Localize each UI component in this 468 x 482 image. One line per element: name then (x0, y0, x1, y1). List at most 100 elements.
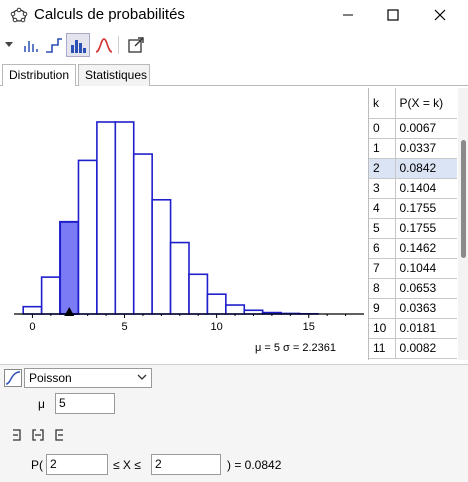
maximize-icon (387, 9, 399, 21)
bar-chart: 0 5 10 15 (14, 121, 364, 333)
bar (114, 121, 135, 315)
close-icon (434, 9, 446, 21)
chevron-down-icon (137, 374, 147, 380)
cell-probability: 0.1755 (395, 198, 457, 219)
interval-button[interactable] (29, 426, 46, 443)
table-row[interactable]: 3 0.1404 (369, 178, 457, 199)
cell-probability: 0.0842 (395, 158, 457, 179)
bar (169, 241, 190, 315)
table-row[interactable]: 6 0.1462 (369, 238, 457, 259)
cell-k: 3 (369, 178, 396, 199)
normal-overlay-button[interactable] (92, 33, 116, 57)
distribution-plot: 0 5 10 15 μ = 5 σ = 2.2361 (0, 86, 368, 364)
table-row[interactable]: 8 0.0653 (369, 278, 457, 299)
minimize-icon (343, 14, 353, 16)
column-header-k: k (369, 88, 396, 119)
toolbar-menu-button[interactable] (2, 33, 16, 57)
cell-probability: 0.0337 (395, 138, 457, 159)
table-row[interactable]: 2 0.0842 (369, 158, 457, 179)
cell-k: 8 (369, 278, 396, 299)
cell-k: 9 (369, 298, 396, 319)
bar (132, 153, 153, 315)
stats-readout: μ = 5 σ = 2.2361 (255, 342, 337, 354)
cumulative-button[interactable] (42, 33, 66, 57)
probability-prefix: P( (31, 458, 43, 472)
cell-k: 1 (369, 138, 396, 159)
right-sided-button[interactable] (50, 426, 67, 443)
cell-k: 10 (369, 318, 396, 339)
bar-chart-icon (71, 40, 86, 53)
cell-probability: 0.0082 (395, 338, 457, 359)
cell-probability: 0.0653 (395, 278, 457, 299)
table-row[interactable]: 11 0.0082 (369, 338, 457, 359)
cell-probability: 0.1755 (395, 218, 457, 239)
column-header-p: P(X = k) (395, 88, 457, 119)
probability-table-panel: k P(X = k) 0 0.0067 1 0.0337 2 0.0842 3 0.1404 4… (368, 88, 468, 360)
cell-probability: 0.1044 (395, 258, 457, 279)
bar (206, 293, 227, 315)
left-sided-button[interactable] (8, 426, 25, 443)
table-row[interactable]: 10 0.0181 (369, 318, 457, 339)
table-header-row: k P(X = k) (369, 88, 457, 119)
inequality-label: ≤ X ≤ (113, 458, 141, 472)
table-row[interactable]: 5 0.1755 (369, 218, 457, 239)
tab-statistics[interactable]: Statistiques (78, 64, 150, 86)
distribution-select[interactable]: Poisson (24, 368, 152, 388)
cell-probability: 0.0067 (395, 118, 457, 139)
tab-distribution[interactable]: Distribution (2, 64, 76, 87)
bar-chart-button[interactable] (66, 33, 90, 57)
cell-k: 5 (369, 218, 396, 239)
table-row[interactable]: 0 0.0067 (369, 118, 457, 139)
bar (22, 305, 43, 315)
bar (96, 121, 117, 315)
lower-bound-input[interactable]: 2 (46, 454, 108, 475)
table-row[interactable]: 7 0.1044 (369, 258, 457, 279)
export-button[interactable] (124, 33, 148, 57)
minimize-button[interactable] (326, 0, 370, 30)
cell-k: 6 (369, 238, 396, 259)
bar (188, 273, 209, 315)
bar (77, 159, 98, 315)
table-row[interactable]: 9 0.0363 (369, 298, 457, 319)
right-interval-icon (54, 428, 63, 441)
controls-panel: Poisson μ 5 P( 2 ≤ X ≤ 2 ) = 0.0842 (0, 364, 468, 482)
bar (225, 304, 246, 315)
close-button[interactable] (418, 0, 462, 30)
x-tick-label: 10 (211, 321, 223, 333)
app-icon (10, 7, 28, 23)
maximize-button[interactable] (371, 0, 415, 30)
toolbar (0, 30, 468, 60)
title-bar: Calculs de probabilités (0, 0, 468, 30)
triangle-down-icon (5, 42, 13, 47)
export-icon (128, 37, 144, 53)
x-tick-label: 5 (121, 321, 127, 333)
tab-bar: Distribution Statistiques (0, 62, 468, 87)
table-row[interactable]: 1 0.0337 (369, 138, 457, 159)
parameter-input[interactable]: 5 (55, 393, 115, 414)
cell-k: 7 (369, 258, 396, 279)
cell-probability: 0.1404 (395, 178, 457, 199)
bar (40, 276, 61, 315)
cell-probability: 0.1462 (395, 238, 457, 259)
cell-k: 11 (369, 338, 396, 359)
cell-k: 4 (369, 198, 396, 219)
table-row[interactable]: 4 0.1755 (369, 198, 457, 219)
distribution-type-button[interactable] (4, 369, 22, 387)
histogram-button[interactable] (18, 33, 42, 57)
interval-icon (31, 428, 44, 441)
probability-table: k P(X = k) 0 0.0067 1 0.0337 2 0.0842 3 0.1404 4… (369, 88, 457, 359)
bell-curve-icon (95, 38, 113, 53)
bar (151, 198, 172, 315)
parameter-label: μ (38, 397, 45, 411)
upper-bound-input[interactable]: 2 (151, 454, 221, 475)
left-interval-icon (12, 428, 21, 441)
cell-probability: 0.0363 (395, 298, 457, 319)
scrollbar-thumb[interactable] (461, 140, 466, 258)
step-function-icon (46, 38, 62, 53)
cell-k: 0 (369, 118, 396, 139)
bar (59, 220, 80, 315)
cumulative-curve-icon (5, 371, 21, 385)
toolbar-separator (118, 36, 119, 54)
distribution-select-value: Poisson (29, 371, 72, 385)
cell-k: 2 (369, 158, 396, 179)
